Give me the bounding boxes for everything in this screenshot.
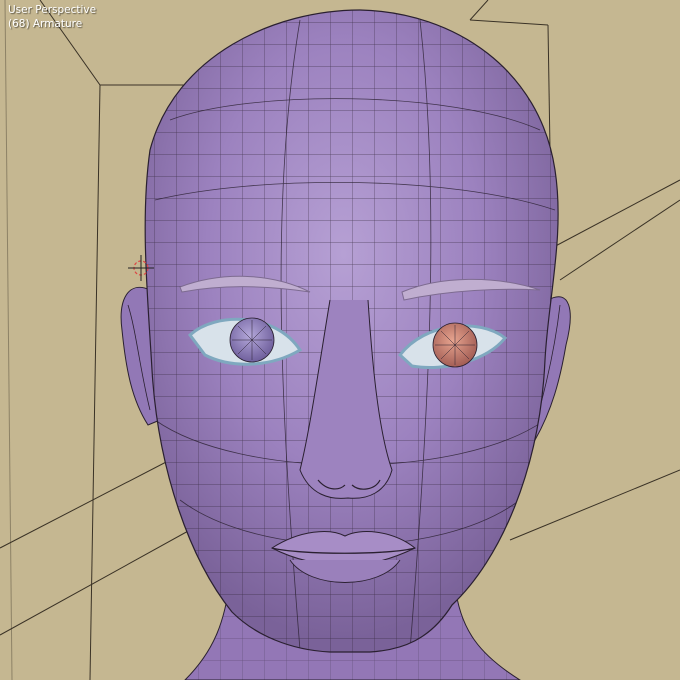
object-info-label: (68) Armature [8,18,83,30]
3d-viewport[interactable]: User Perspective (68) Armature [0,0,680,680]
viewport-overlay: User Perspective (68) Armature [8,3,96,31]
view-name-label: User Perspective [8,4,97,16]
viewport-scene [0,0,680,680]
